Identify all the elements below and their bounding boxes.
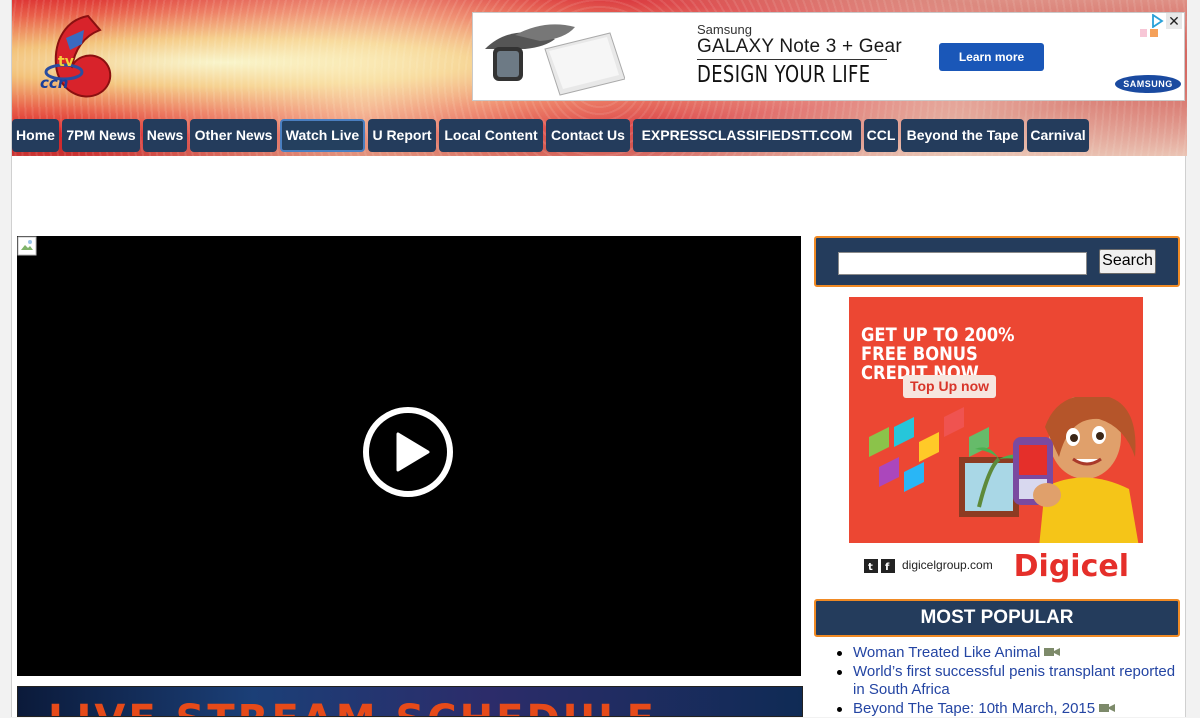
samsung-logo: SAMSUNG: [1115, 75, 1181, 93]
ad-divider: [697, 59, 887, 60]
main-nav: Home 7PM News News Other News Watch Live…: [12, 119, 1187, 154]
site-header: ccn tv Samsung GALAXY Note 3 + Gear DESI…: [12, 0, 1187, 156]
digicel-top-up-button[interactable]: Top Up now: [903, 375, 996, 398]
ad-tagline: DESIGN YOUR LIFE: [697, 62, 870, 88]
nav-home[interactable]: Home: [12, 119, 59, 152]
search-panel: Search: [814, 236, 1180, 287]
nav-ccl[interactable]: CCL: [864, 119, 898, 152]
play-icon[interactable]: [362, 406, 454, 498]
ad-close-button[interactable]: ✕: [1166, 13, 1182, 29]
ad-model-text: GALAXY Note 3 + Gear: [697, 36, 902, 58]
list-item[interactable]: World’s first successful penis transplan…: [834, 663, 1180, 700]
ad-decoration-icon: [1140, 29, 1158, 37]
search-input[interactable]: [838, 252, 1087, 275]
most-popular-heading: MOST POPULAR: [814, 599, 1180, 637]
nav-carnival[interactable]: Carnival: [1027, 119, 1089, 152]
social-icons: t f: [864, 559, 896, 573]
nav-watch-live[interactable]: Watch Live: [280, 119, 365, 152]
nav-news[interactable]: News: [143, 119, 187, 152]
svg-text:f: f: [885, 562, 890, 573]
nav-express-classifieds[interactable]: EXPRESSCLASSIFIEDSTT.COM: [633, 119, 861, 152]
digicel-ad[interactable]: GET UP TO 200% FREE BONUS CREDIT NOW Top…: [849, 297, 1143, 587]
phone-watch-image: [485, 19, 625, 97]
samsung-ad-banner[interactable]: Samsung GALAXY Note 3 + Gear DESIGN YOUR…: [472, 12, 1185, 101]
ad-brand-text: Samsung: [697, 22, 752, 37]
nav-other-news[interactable]: Other News: [190, 119, 277, 152]
popular-link[interactable]: Woman Treated Like Animal: [853, 644, 1040, 661]
digicel-ad-illustration: [849, 397, 1143, 547]
popular-link[interactable]: World’s first successful penis transplan…: [853, 663, 1175, 699]
list-item[interactable]: Beyond The Tape: 10th March, 2015: [834, 700, 1180, 718]
live-stream-schedule-banner[interactable]: LIVE STREAM SCHEDULE: [17, 686, 803, 717]
nav-local-content[interactable]: Local Content: [439, 119, 543, 152]
digicel-logo: Digicel: [1014, 549, 1129, 584]
most-popular-list: Woman Treated Like Animal World’s first …: [834, 644, 1180, 718]
svg-text:t: t: [868, 562, 873, 573]
nav-contact-us[interactable]: Contact Us: [546, 119, 630, 152]
video-camera-icon: [1099, 703, 1115, 713]
page: ccn tv Samsung GALAXY Note 3 + Gear DESI…: [11, 0, 1186, 717]
svg-text:ccn: ccn: [40, 74, 68, 92]
schedule-banner-text: LIVE STREAM SCHEDULE: [48, 697, 657, 717]
digicel-ad-footer: t f digicelgroup.com Digicel: [849, 543, 1143, 587]
popular-link[interactable]: Beyond The Tape: 10th March, 2015: [853, 700, 1095, 717]
adchoices-icon[interactable]: [1150, 14, 1164, 28]
nav-u-report[interactable]: U Report: [368, 119, 436, 152]
search-button[interactable]: Search: [1099, 249, 1156, 274]
digicel-url: digicelgroup.com: [902, 558, 993, 572]
broken-image-icon: [17, 236, 37, 256]
video-camera-icon: [1044, 647, 1060, 657]
nav-7pm-news[interactable]: 7PM News: [62, 119, 140, 152]
live-video-player[interactable]: [17, 236, 801, 676]
list-item[interactable]: Woman Treated Like Animal: [834, 644, 1180, 663]
ad-learn-more-button[interactable]: Learn more: [939, 43, 1044, 71]
nav-beyond-the-tape[interactable]: Beyond the Tape: [901, 119, 1024, 152]
tv6-logo[interactable]: ccn tv: [26, 10, 126, 105]
svg-text:tv: tv: [58, 54, 74, 70]
